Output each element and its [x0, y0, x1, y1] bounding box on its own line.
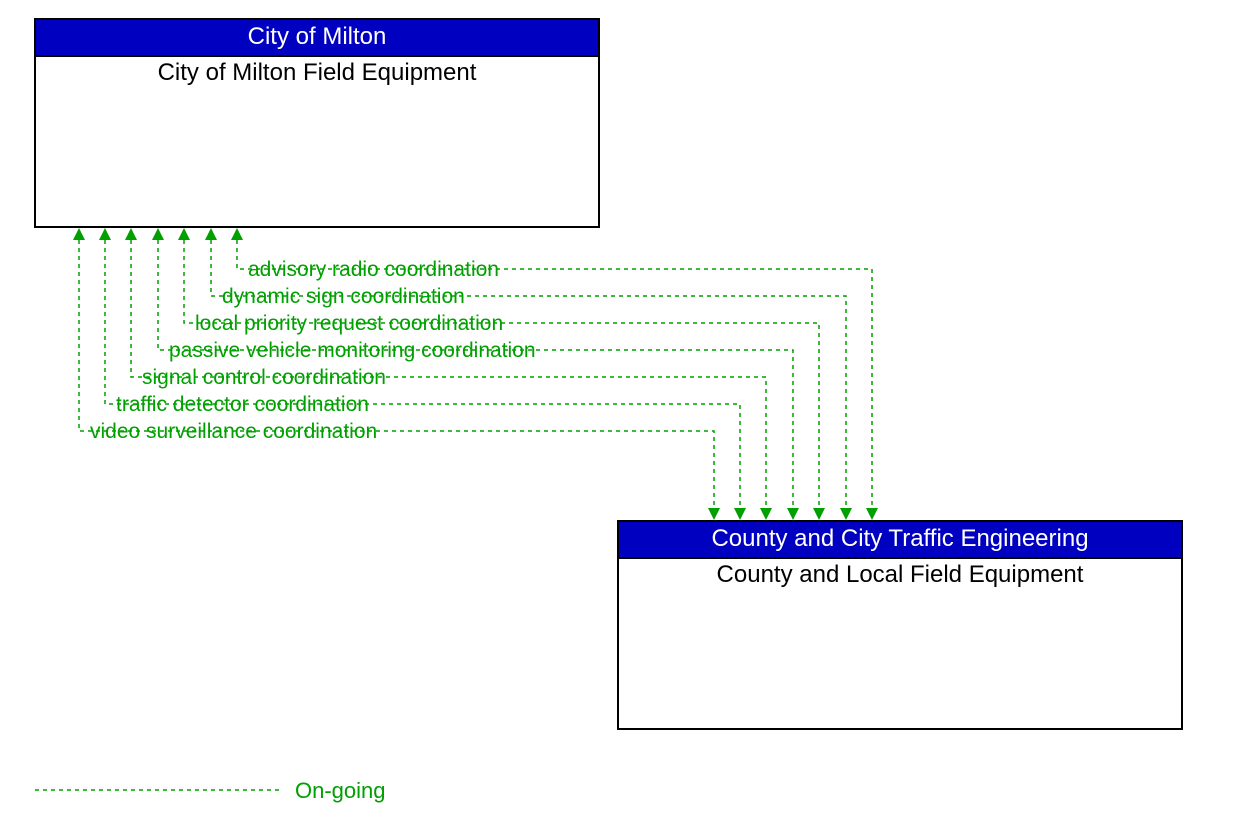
flow-label-traffic-detector: traffic detector coordination [112, 393, 373, 416]
entity-body-city-of-milton: City of Milton Field Equipment [36, 57, 598, 88]
entity-box-city-of-milton: City of Milton City of Milton Field Equi… [34, 18, 600, 228]
flow-label-dynamic-sign: dynamic sign coordination [218, 285, 469, 308]
entity-header-county-city-traffic: County and City Traffic Engineering [619, 522, 1181, 559]
entity-box-county-city-traffic: County and City Traffic Engineering Coun… [617, 520, 1183, 730]
flow-label-advisory-radio: advisory radio coordination [244, 258, 503, 281]
flow-label-local-priority: local priority request coordination [191, 312, 507, 335]
entity-header-city-of-milton: City of Milton [36, 20, 598, 57]
flow-label-passive-vehicle: passive vehicle monitoring coordination [165, 339, 540, 362]
legend-ongoing-label: On-going [295, 778, 386, 804]
flow-label-video-surveillance: video surveillance coordination [86, 420, 381, 443]
entity-body-county-city-traffic: County and Local Field Equipment [619, 559, 1181, 590]
flow-label-signal-control: signal control coordination [138, 366, 390, 389]
